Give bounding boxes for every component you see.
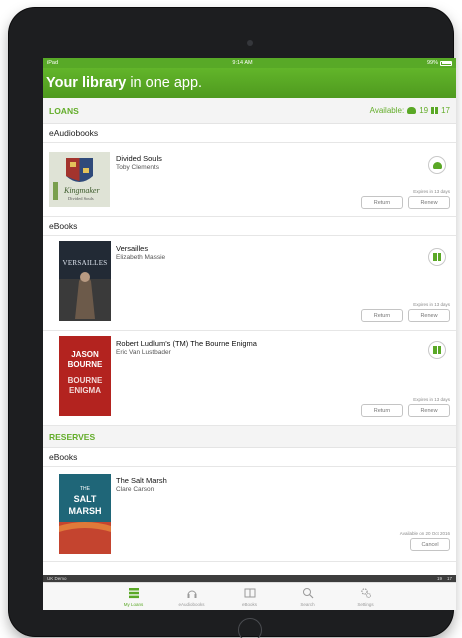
- book-icon: [431, 107, 439, 114]
- search-icon: [301, 587, 315, 600]
- tab-my-loans[interactable]: My Loans: [105, 583, 163, 610]
- tab-settings[interactable]: Settings: [337, 583, 395, 610]
- cover-line: THE: [80, 486, 90, 492]
- cover-title: Kingmaker: [64, 186, 100, 195]
- cancel-button[interactable]: Cancel: [410, 538, 450, 551]
- battery-icon: [440, 60, 452, 66]
- return-button[interactable]: Return: [361, 309, 403, 322]
- expiry-text: Expires in 13 days: [413, 189, 450, 194]
- loan-item-bourne-enigma[interactable]: JASON BOURNE BOURNE ENIGMA Robert Ludlum…: [43, 331, 456, 426]
- book-author: Elizabeth Massie: [116, 254, 166, 261]
- book-author: Toby Clements: [116, 164, 159, 171]
- loans-section-header: LOANS Available: 19 17: [43, 98, 456, 124]
- camera: [247, 40, 253, 46]
- status-bar: iPad 9:14 AM 99%: [43, 58, 456, 68]
- expiry-text: Expires in 13 days: [413, 397, 450, 402]
- loans-heading: LOANS: [49, 105, 79, 116]
- reserves-heading: RESERVES: [49, 431, 96, 442]
- ipad-frame: iPad 9:14 AM 99% Your library in one app…: [9, 8, 456, 638]
- tab-label: Search: [300, 601, 315, 607]
- open-ebook-button[interactable]: [428, 341, 446, 359]
- cover-line: SALT: [73, 494, 97, 504]
- book-author: Clare Carson: [116, 486, 155, 493]
- carrier-label: iPad: [47, 60, 59, 66]
- cover-line: MARSH: [68, 506, 102, 516]
- clock: 9:14 AM: [232, 60, 253, 66]
- bottom-bar: UK Demo 19 17 My Loans eAudiobooks eBook…: [43, 575, 456, 610]
- tab-eaudiobooks[interactable]: eAudiobooks: [163, 583, 221, 610]
- tab-ebooks[interactable]: eBooks: [221, 583, 279, 610]
- return-button[interactable]: Return: [361, 196, 403, 209]
- headphones-icon: [185, 587, 199, 600]
- cover-line: JASON: [71, 350, 99, 359]
- cover-line: ENIGMA: [69, 386, 101, 395]
- available-label: Available:: [369, 106, 405, 115]
- headphones-icon: [407, 107, 417, 114]
- available-summary: Available: 19 17: [370, 106, 450, 115]
- reserves-ebooks-heading: eBooks: [43, 448, 456, 467]
- expiry-text: Expires in 13 days: [413, 302, 450, 307]
- headphones-icon: [432, 161, 442, 169]
- tab-bar: My Loans eAudiobooks eBooks Search Setti…: [43, 582, 456, 610]
- header-title-bold: Your library: [46, 75, 127, 91]
- book-cover: Kingmaker Divided Souls: [49, 152, 110, 207]
- book-title: Divided Souls: [116, 154, 162, 163]
- renew-button[interactable]: Renew: [408, 404, 450, 417]
- loan-actions: Return Renew: [361, 309, 450, 322]
- app-screen: iPad 9:14 AM 99% Your library in one app…: [43, 58, 456, 610]
- reserve-item-salt-marsh[interactable]: THE SALT MARSH The Salt Marsh Clare Cars…: [43, 467, 456, 562]
- loan-item-divided-souls[interactable]: Kingmaker Divided Souls Divided Souls To…: [43, 143, 456, 217]
- loan-actions: Return Renew: [361, 404, 450, 417]
- cover-line: BOURNE: [67, 376, 103, 385]
- book-icon: [433, 253, 441, 261]
- renew-button[interactable]: Renew: [408, 196, 450, 209]
- book-cover: JASON BOURNE BOURNE ENIGMA: [59, 336, 111, 416]
- reserve-actions: Cancel: [410, 538, 450, 551]
- return-button[interactable]: Return: [361, 404, 403, 417]
- battery-percent: 99%: [426, 60, 438, 66]
- loan-item-versailles[interactable]: VERSAILLES Versailles Elizabeth Massie E…: [43, 236, 456, 331]
- open-audiobook-button[interactable]: [428, 156, 446, 174]
- library-strip: UK Demo 19 17: [43, 575, 456, 582]
- book-title: The Salt Marsh: [116, 476, 167, 485]
- book-icon: [433, 346, 441, 354]
- footer-audio-count: 19: [436, 576, 442, 581]
- footer-counts: 19 17: [437, 576, 452, 581]
- cover-title: VERSAILLES: [62, 259, 108, 267]
- book-title: Robert Ludlum's (TM) The Bourne Enigma: [116, 339, 257, 348]
- book-author: Eric Van Lustbader: [116, 349, 171, 356]
- app-header: Your library in one app.: [43, 68, 456, 98]
- tab-label: My Loans: [123, 601, 144, 607]
- tab-label: Settings: [357, 601, 374, 607]
- reserves-section-header: RESERVES: [43, 426, 456, 448]
- book-icon: [243, 587, 257, 600]
- header-title-rest: in one app.: [130, 75, 203, 91]
- library-name: UK Demo: [47, 576, 67, 581]
- renew-button[interactable]: Renew: [408, 309, 450, 322]
- loan-actions: Return Renew: [361, 196, 450, 209]
- tab-label: eBooks: [241, 601, 257, 607]
- gear-icon: [359, 587, 373, 600]
- footer-ebook-count: 17: [446, 576, 452, 581]
- loans-eaudiobooks-heading: eAudiobooks: [43, 124, 456, 143]
- cover-line: BOURNE: [67, 360, 103, 369]
- tab-search[interactable]: Search: [279, 583, 337, 610]
- book-title: Versailles: [116, 244, 149, 253]
- available-ebook-count: 17: [441, 106, 450, 115]
- book-cover: VERSAILLES: [59, 241, 111, 321]
- available-audio-count: 19: [419, 106, 429, 115]
- loans-ebooks-heading: eBooks: [43, 217, 456, 236]
- book-cover: THE SALT MARSH: [59, 474, 111, 554]
- cover-subtitle: Divided Souls: [68, 196, 94, 201]
- availability-text: Available on 20 Oct 2016: [399, 531, 450, 536]
- home-button[interactable]: [238, 618, 262, 638]
- open-ebook-button[interactable]: [428, 248, 446, 266]
- battery-status: 99%: [427, 60, 452, 66]
- stack-icon: [127, 587, 141, 600]
- tab-label: eAudiobooks: [178, 601, 205, 607]
